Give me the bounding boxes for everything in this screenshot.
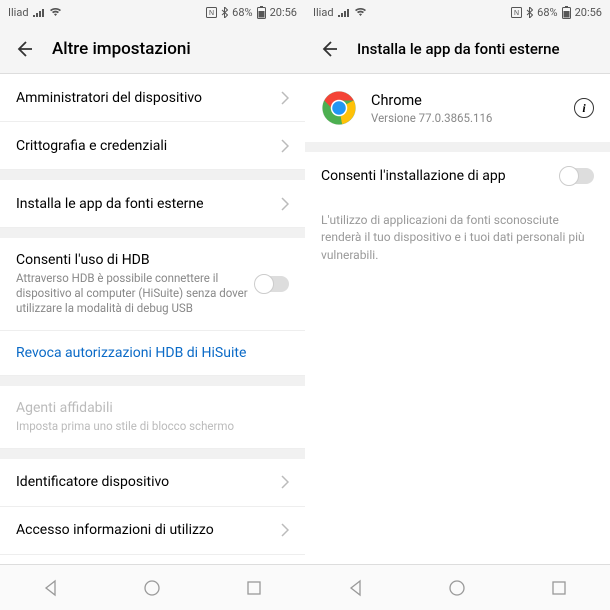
- nfc-icon: N: [511, 7, 522, 18]
- app-name: Chrome: [371, 92, 560, 109]
- svg-text:N: N: [209, 10, 214, 17]
- section-divider: [0, 170, 305, 180]
- header: Installa le app da fonti esterne: [305, 24, 610, 74]
- nav-back-button[interactable]: [347, 579, 365, 597]
- wifi-icon: [354, 7, 367, 17]
- carrier-label: Iliad: [313, 6, 334, 19]
- row-label: Installa le app da fonti esterne: [16, 196, 281, 212]
- row-label: Agenti affidabili: [16, 400, 289, 416]
- section-divider: [0, 228, 305, 238]
- chevron-right-icon: [281, 197, 289, 211]
- nav-recent-button[interactable]: [245, 579, 263, 597]
- row-hdb: Consenti l'uso di HDB Attraverso HDB è p…: [0, 238, 305, 331]
- bluetooth-icon: [221, 7, 228, 18]
- clock: 20:56: [270, 6, 297, 19]
- phone-left: Iliad N 68% 20:56 Altre imposta: [0, 0, 305, 610]
- row-device-id[interactable]: Identificatore dispositivo: [0, 459, 305, 507]
- row-label: Amministratori del dispositivo: [16, 90, 281, 106]
- svg-text:N: N: [514, 10, 519, 17]
- app-version: Versione 77.0.3865.116: [371, 111, 560, 125]
- hdb-toggle[interactable]: [255, 276, 289, 292]
- row-description: Attraverso HDB è possibile connettere il…: [16, 271, 255, 316]
- row-label: Consenti l'installazione di app: [321, 168, 560, 184]
- nav-home-button[interactable]: [143, 579, 161, 597]
- page-title: Altre impostazioni: [52, 39, 191, 59]
- row-screen-pinning[interactable]: Schermo fisso Off: [0, 555, 305, 564]
- back-button[interactable]: [319, 39, 339, 59]
- row-encryption[interactable]: Crittografia e credenziali: [0, 122, 305, 170]
- signal-icon: [338, 7, 350, 17]
- chrome-icon: [321, 90, 357, 126]
- allow-install-toggle[interactable]: [560, 168, 594, 184]
- nfc-icon: N: [206, 7, 217, 18]
- battery-icon: [562, 6, 571, 19]
- battery-percent: 68%: [537, 6, 557, 19]
- navigation-bar: [305, 564, 610, 610]
- settings-list: Amministratori del dispositivo Crittogra…: [0, 74, 305, 564]
- wifi-icon: [49, 7, 62, 17]
- chevron-right-icon: [281, 523, 289, 537]
- nav-home-button[interactable]: [448, 579, 466, 597]
- app-info-button[interactable]: i: [574, 98, 594, 118]
- row-label: Consenti l'uso di HDB: [16, 252, 255, 268]
- battery-icon: [257, 6, 266, 19]
- status-bar: Iliad N 68% 20:56: [305, 0, 610, 24]
- section-divider: [0, 449, 305, 459]
- row-device-admin[interactable]: Amministratori del dispositivo: [0, 74, 305, 122]
- battery-percent: 68%: [232, 6, 252, 19]
- row-install-unknown[interactable]: Installa le app da fonti esterne: [0, 180, 305, 228]
- nav-recent-button[interactable]: [550, 579, 568, 597]
- row-label: Accesso informazioni di utilizzo: [16, 522, 281, 538]
- warning-text: L'utilizzo di applicazioni da fonti scon…: [305, 200, 610, 276]
- row-label: Crittografia e credenziali: [16, 138, 281, 154]
- bluetooth-icon: [526, 7, 533, 18]
- status-bar: Iliad N 68% 20:56: [0, 0, 305, 24]
- section-divider: [0, 376, 305, 386]
- chevron-right-icon: [281, 475, 289, 489]
- clock: 20:56: [575, 6, 602, 19]
- header: Altre impostazioni: [0, 24, 305, 74]
- row-label: Identificatore dispositivo: [16, 474, 281, 490]
- row-trusted-agents: Agenti affidabili Imposta prima uno stil…: [0, 386, 305, 449]
- section-divider: [305, 142, 610, 152]
- chevron-right-icon: [281, 91, 289, 105]
- row-usage-access[interactable]: Accesso informazioni di utilizzo: [0, 507, 305, 555]
- nav-back-button[interactable]: [42, 579, 60, 597]
- phone-right: Iliad N 68% 20:56 Installa le a: [305, 0, 610, 610]
- app-detail: Chrome Versione 77.0.3865.116 i Consenti…: [305, 74, 610, 564]
- signal-icon: [33, 7, 45, 17]
- row-description: Imposta prima uno stile di blocco scherm…: [16, 419, 289, 434]
- chevron-right-icon: [281, 139, 289, 153]
- back-button[interactable]: [14, 39, 34, 59]
- row-hdb-revoke[interactable]: Revoca autorizzazioni HDB di HiSuite: [0, 331, 305, 376]
- carrier-label: Iliad: [8, 6, 29, 19]
- row-allow-install: Consenti l'installazione di app: [305, 152, 610, 200]
- app-header: Chrome Versione 77.0.3865.116 i: [305, 74, 610, 142]
- page-title: Installa le app da fonti esterne: [357, 40, 560, 58]
- navigation-bar: [0, 564, 305, 610]
